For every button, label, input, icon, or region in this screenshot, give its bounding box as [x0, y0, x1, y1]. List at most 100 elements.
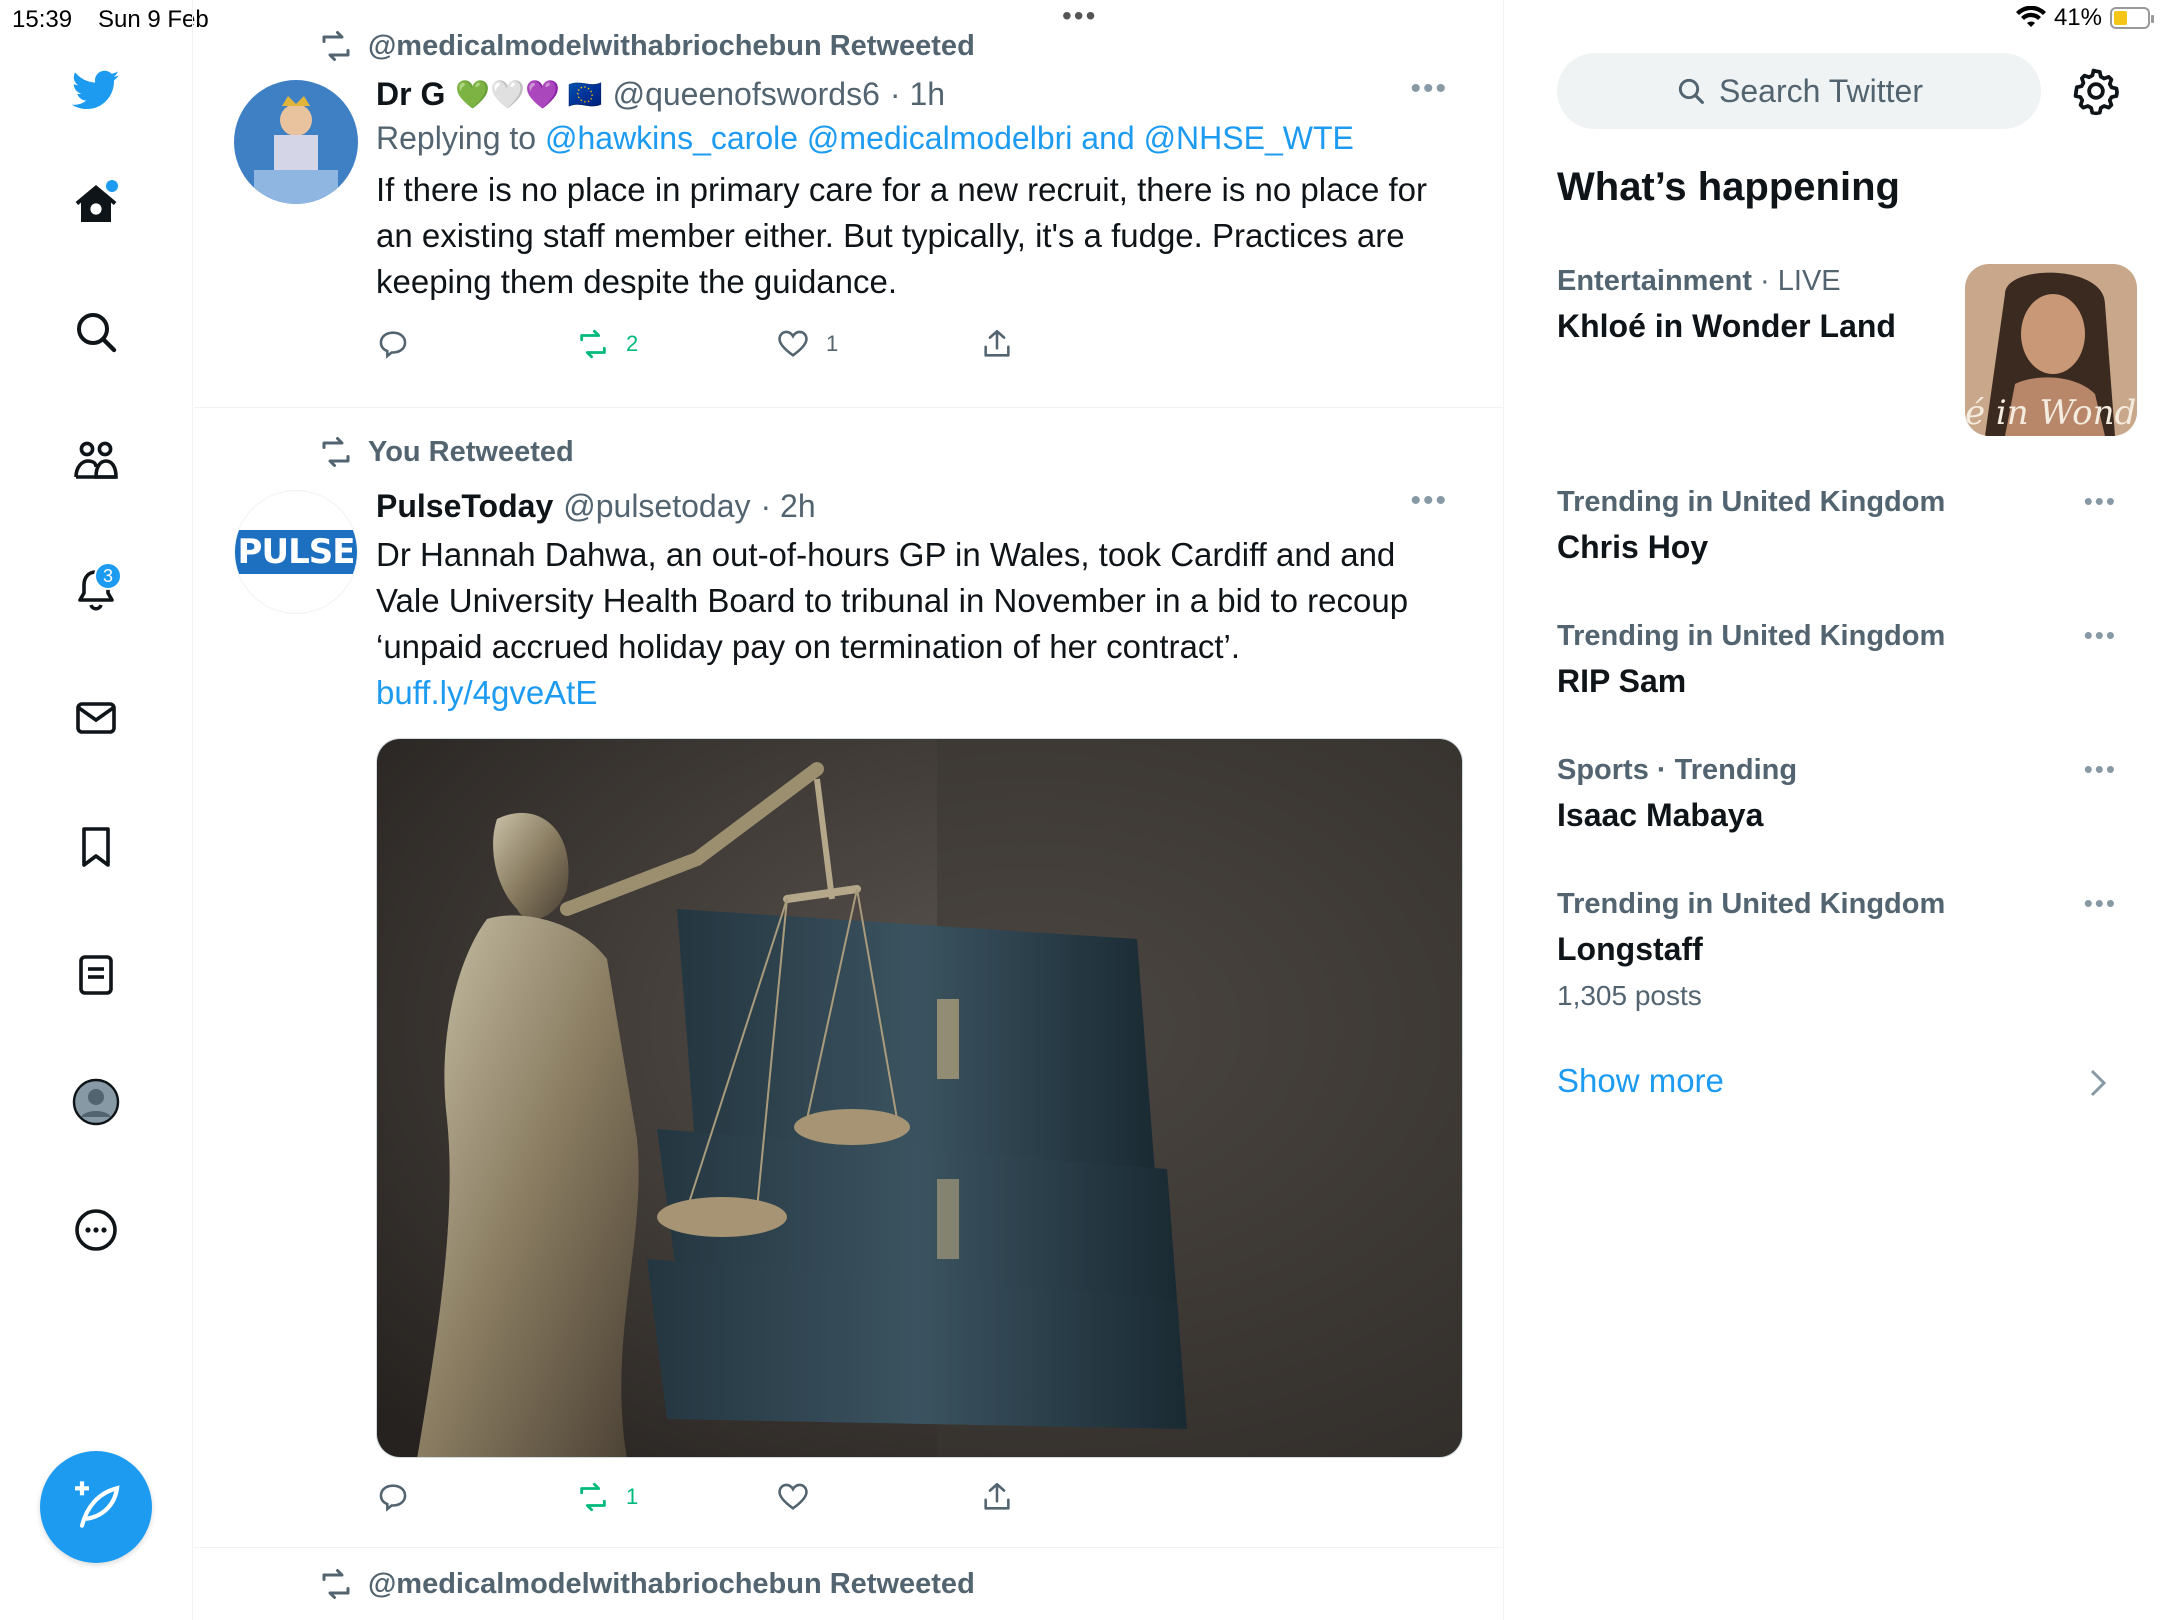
lists-nav[interactable] [66, 945, 126, 1005]
trend-meta: Entertainment · LIVE [1557, 265, 1937, 298]
avatar[interactable] [234, 80, 358, 204]
left-nav: 3 [0, 0, 193, 1620]
search-icon [77, 313, 117, 353]
gear-icon[interactable] [2071, 66, 2121, 116]
trend-title: Isaac Mabaya [1557, 797, 1764, 833]
author-handle[interactable]: @queenofswords6 [613, 76, 880, 113]
retweet-label: @medicalmodelwithabriochebun Retweeted [368, 1567, 975, 1600]
search-icon [1678, 78, 1704, 104]
tweet-content: PulseToday @pulsetoday · 2h ••• Dr Hanna… [376, 484, 1466, 1522]
communities-nav[interactable] [66, 431, 126, 491]
trend-item-featured[interactable]: Entertainment · LIVE Khloé in Wonder Lan… [1557, 265, 1937, 345]
twitter-logo-icon[interactable] [66, 60, 126, 120]
trend-meta: Trending in United Kingdom [1557, 888, 1946, 920]
trend-more-button[interactable]: ••• [2084, 620, 2117, 651]
whats-happening-heading: What’s happening [1557, 165, 1900, 209]
author-name[interactable]: Dr G [376, 76, 445, 113]
search-input[interactable]: Search Twitter [1557, 53, 2041, 129]
author-handle[interactable]: @pulsetoday [563, 488, 750, 525]
tweet-text: Dr Hannah Dahwa, an out-of-hours GP in W… [376, 532, 1466, 716]
tweet[interactable]: @medicalmodelwithabriochebun Retweeted [194, 1548, 1504, 1620]
retweet-icon [322, 437, 350, 467]
bookmark-icon [82, 827, 110, 867]
reply-to-links[interactable]: @hawkins_carole @medicalmodelbri and @NH… [545, 120, 1354, 156]
like-button[interactable]: 1 [776, 319, 838, 369]
more-nav[interactable] [66, 1200, 126, 1260]
retweet-context: @medicalmodelwithabriochebun Retweeted [318, 28, 975, 64]
home-nav[interactable] [66, 174, 126, 234]
tweet-time[interactable]: · 1h [890, 76, 945, 113]
trend-thumbnail[interactable]: é in Wonder L [1965, 264, 2137, 436]
tweet-actions: 2 1 [376, 319, 1466, 369]
author-emojis: 💚🤍💜 🇪🇺 [455, 78, 603, 110]
reply-button[interactable] [376, 319, 410, 369]
show-more-link[interactable]: Show more [1557, 1062, 1724, 1100]
timeline-feed[interactable]: @medicalmodelwithabriochebun Retweeted D… [194, 0, 1504, 1620]
retweet-button[interactable]: 2 [576, 319, 638, 369]
tweet[interactable]: @medicalmodelwithabriochebun Retweeted D… [194, 0, 1504, 408]
reply-icon [379, 1484, 407, 1512]
trend-item[interactable]: Trending in United Kingdom Chris Hoy ••• [1557, 486, 2127, 566]
trend-item[interactable]: Trending in United Kingdom Longstaff 1,3… [1557, 888, 2127, 1012]
author-name[interactable]: PulseToday [376, 488, 553, 525]
profile-nav[interactable] [66, 1072, 126, 1132]
notifications-nav[interactable]: 3 [66, 560, 126, 620]
trend-title: RIP Sam [1557, 663, 1687, 699]
messages-nav[interactable] [66, 688, 126, 748]
trend-more-button[interactable]: ••• [2084, 754, 2117, 785]
trend-status: · LIVE [1760, 265, 1841, 297]
trend-title: Chris Hoy [1557, 529, 1709, 565]
avatar[interactable]: PULSE [234, 490, 358, 614]
compose-feather-icon [75, 1481, 120, 1528]
retweet-icon [322, 31, 350, 61]
tweet-text-body: Dr Hannah Dahwa, an out-of-hours GP in W… [376, 536, 1409, 665]
trend-meta: Sports · Trending [1557, 754, 1798, 786]
retweet-icon [322, 1569, 350, 1599]
thumb-caption: é in Wonder L [1965, 393, 2137, 433]
tweet-header: Dr G 💚🤍💜 🇪🇺 @queenofswords6 · 1h ••• [376, 72, 1466, 116]
more-circle-icon [75, 1209, 117, 1251]
compose-tweet-button[interactable] [40, 1451, 152, 1563]
like-button[interactable] [776, 1472, 826, 1522]
trend-item[interactable]: Trending in United Kingdom RIP Sam ••• [1557, 620, 2127, 700]
bookmarks-nav[interactable] [66, 817, 126, 877]
reply-prefix: Replying to [376, 120, 537, 156]
tweet-link[interactable]: buff.ly/4gveAtE [376, 674, 597, 711]
reply-context: Replying to @hawkins_carole @medicalmode… [376, 120, 1466, 157]
tweet-media-image[interactable] [376, 738, 1463, 1458]
tweet-text: If there is no place in primary care for… [376, 171, 1427, 300]
tweet-actions: 1 [376, 1472, 1466, 1522]
chevron-right-icon [2090, 1069, 2107, 1097]
tweet[interactable]: You Retweeted PULSE PulseToday @pulsetod… [194, 408, 1504, 1548]
trend-meta: Trending in United Kingdom [1557, 620, 1946, 652]
avatar-icon [72, 1078, 120, 1126]
retweet-icon [580, 1482, 606, 1512]
retweet-button[interactable]: 1 [576, 1472, 638, 1522]
reply-button[interactable] [376, 1472, 410, 1522]
like-count: 1 [826, 331, 839, 356]
communities-icon [74, 441, 118, 479]
retweet-context: @medicalmodelwithabriochebun Retweeted [318, 1566, 975, 1602]
envelope-icon [76, 702, 116, 734]
trend-title: Longstaff [1557, 931, 1703, 967]
search-placeholder: Search Twitter [1719, 72, 1923, 109]
list-icon [79, 955, 113, 995]
share-button[interactable] [980, 319, 1014, 369]
tweet-content: Dr G 💚🤍💜 🇪🇺 @queenofswords6 · 1h ••• Rep… [376, 72, 1466, 369]
explore-nav[interactable] [66, 302, 126, 362]
tweet-header: PulseToday @pulsetoday · 2h ••• [376, 484, 1466, 528]
trend-item[interactable]: Sports · Trending Isaac Mabaya ••• [1557, 754, 2127, 834]
share-icon [984, 329, 1010, 357]
retweet-context: You Retweeted [318, 434, 574, 470]
home-unread-dot [106, 180, 118, 192]
trend-more-button[interactable]: ••• [2084, 888, 2117, 919]
heart-icon [778, 330, 808, 357]
share-icon [984, 1482, 1010, 1510]
tweet-more-button[interactable]: ••• [1410, 72, 1448, 106]
tweet-time[interactable]: · 2h [761, 488, 816, 525]
trend-meta: Trending in United Kingdom [1557, 486, 1946, 518]
share-button[interactable] [980, 1472, 1014, 1522]
tweet-more-button[interactable]: ••• [1410, 484, 1448, 518]
trend-more-button[interactable]: ••• [2084, 486, 2117, 517]
notifications-badge: 3 [94, 562, 122, 590]
